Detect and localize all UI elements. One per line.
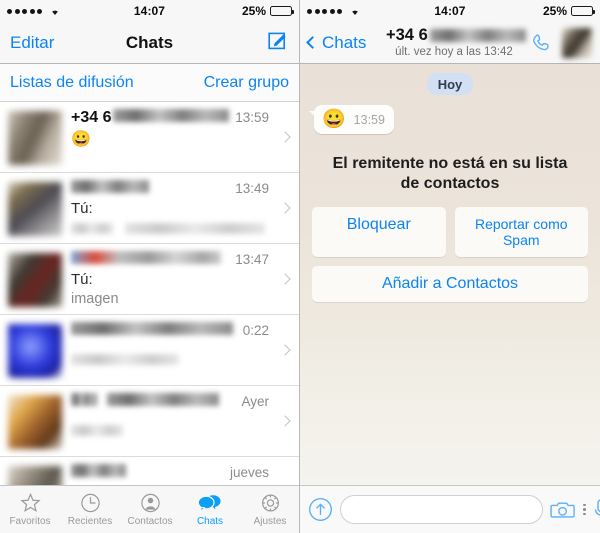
tab-chats[interactable]: Chats <box>180 492 240 527</box>
tab-label: Recientes <box>67 516 113 527</box>
chat-time: 13:49 <box>235 181 269 196</box>
chats-list-screen: 14:07 25% Editar Chats Listas de difusió… <box>0 0 300 533</box>
message-emoji: 😀 <box>322 109 346 130</box>
redacted-preview <box>71 353 179 365</box>
chat-preview: 😀 <box>71 131 269 148</box>
chat-list-item[interactable]: 13:49 Tú: <box>0 173 299 244</box>
status-bar-left: 14:07 25% <box>0 0 299 22</box>
tab-label: Ajustes <box>253 516 287 527</box>
redacted-name <box>113 109 230 122</box>
preview-emoji: 😀 <box>71 131 91 148</box>
redacted-preview <box>71 222 113 234</box>
chat-time: Ayer <box>241 394 269 409</box>
status-bar-right: 14:07 25% <box>300 0 600 22</box>
page-title: Chats <box>125 32 174 52</box>
back-label: Chats <box>322 32 367 52</box>
chat-list-item[interactable]: Ayer <box>0 386 299 457</box>
status-time-right: 14:07 <box>434 4 466 18</box>
create-group-link[interactable]: Crear grupo <box>204 74 289 92</box>
chevron-left-icon <box>306 36 319 49</box>
dual-screenshot: 14:07 25% Editar Chats Listas de difusió… <box>0 0 600 533</box>
day-separator-label: Hoy <box>426 73 474 95</box>
chat-time: 13:59 <box>235 110 269 125</box>
more-dots-icon[interactable] <box>583 503 586 516</box>
phone-icon[interactable] <box>531 32 553 54</box>
chat-time: 0:22 <box>242 323 269 338</box>
chat-bubbles-icon <box>197 495 221 513</box>
status-time-left: 14:07 <box>133 4 166 18</box>
tab-contactos[interactable]: Contactos <box>120 492 180 527</box>
redacted-name <box>107 393 219 406</box>
action-button-row: Bloquear Reportar como Spam <box>312 207 588 257</box>
redacted-name <box>71 322 233 335</box>
avatar <box>8 111 62 165</box>
message-input-bar <box>300 485 600 533</box>
chat-list-item[interactable]: +34 6 13:59 😀 <box>0 102 299 173</box>
chat-preview <box>71 220 269 236</box>
not-in-contacts-notice: El remitente no está en su lista de cont… <box>332 155 568 192</box>
chat-list: +34 6 13:59 😀 13:49 Tú: 13:47 Tú: imagen… <box>0 102 299 528</box>
message-time: 13:59 <box>353 112 385 127</box>
last-seen-status: últ. vez hoy a las 13:42 <box>395 45 513 58</box>
report-spam-button[interactable]: Reportar como Spam <box>454 207 588 257</box>
tab-label: Contactos <box>127 516 173 527</box>
battery-icon-left <box>270 6 294 16</box>
chat-list-item[interactable]: 0:22 <box>0 315 299 386</box>
add-contact-button[interactable]: Añadir a Contactos <box>312 266 588 302</box>
broadcast-bar: Listas de difusión Crear grupo <box>0 64 299 102</box>
contact-number: +34 6 <box>386 26 526 44</box>
message-bubble-incoming: 😀 13:59 <box>309 105 394 134</box>
conversation-navbar: Chats +34 6 últ. vez hoy a las 13:42 <box>300 22 600 64</box>
redacted-name <box>71 180 149 193</box>
redacted-preview <box>125 222 266 234</box>
day-separator: Hoy <box>310 73 590 95</box>
contact-header[interactable]: +34 6 últ. vez hoy a las 13:42 <box>386 26 526 58</box>
conversation-screen: 14:07 25% Chats +34 6 últ. vez hoy a las… <box>300 0 600 533</box>
avatar <box>8 182 62 236</box>
redacted-name <box>71 251 221 264</box>
chat-preview <box>71 351 269 367</box>
conversation-body: Hoy 😀 13:59 El remitente no está en su l… <box>300 64 600 485</box>
tab-bar: Favoritos Recientes Contactos Chats Ajus… <box>0 485 299 533</box>
chat-list-item[interactable]: 13:47 Tú: imagen <box>0 244 299 315</box>
broadcast-lists-link[interactable]: Listas de difusión <box>10 74 134 92</box>
redacted-name <box>71 393 97 406</box>
gear-icon <box>261 494 279 512</box>
arrow-up-circle-icon[interactable] <box>308 497 333 522</box>
tab-recientes[interactable]: Recientes <box>60 492 120 527</box>
redacted-name <box>71 464 126 477</box>
avatar <box>8 395 62 449</box>
block-button[interactable]: Bloquear <box>312 207 446 257</box>
avatar <box>8 324 62 378</box>
battery-icon-right <box>571 6 595 16</box>
chats-navbar: Editar Chats <box>0 22 299 64</box>
back-to-chats-button[interactable]: Chats <box>306 32 367 53</box>
chat-time: 13:47 <box>235 252 269 267</box>
chat-preview <box>71 422 269 438</box>
clock-icon <box>80 493 100 513</box>
chat-preview-prefix: Tú: <box>71 271 93 288</box>
chat-time: jueves <box>229 465 269 480</box>
chat-preview: imagen <box>71 291 119 307</box>
avatar <box>8 253 62 307</box>
redacted-number <box>429 29 526 43</box>
message-input[interactable] <box>340 495 543 524</box>
chat-preview-prefix: Tú: <box>71 200 93 217</box>
camera-icon[interactable] <box>550 499 576 521</box>
microphone-icon[interactable] <box>593 498 600 522</box>
star-icon <box>19 492 41 512</box>
redacted-preview <box>71 424 123 436</box>
tab-favoritos[interactable]: Favoritos <box>0 492 60 527</box>
contact-avatar[interactable] <box>562 27 592 58</box>
tab-ajustes[interactable]: Ajustes <box>240 492 299 527</box>
compose-pencil-icon[interactable] <box>268 30 289 56</box>
tab-label: Favoritos <box>9 516 51 527</box>
chat-name: +34 6 <box>71 109 112 126</box>
tab-label: Chats <box>196 516 224 527</box>
person-icon <box>140 493 160 513</box>
